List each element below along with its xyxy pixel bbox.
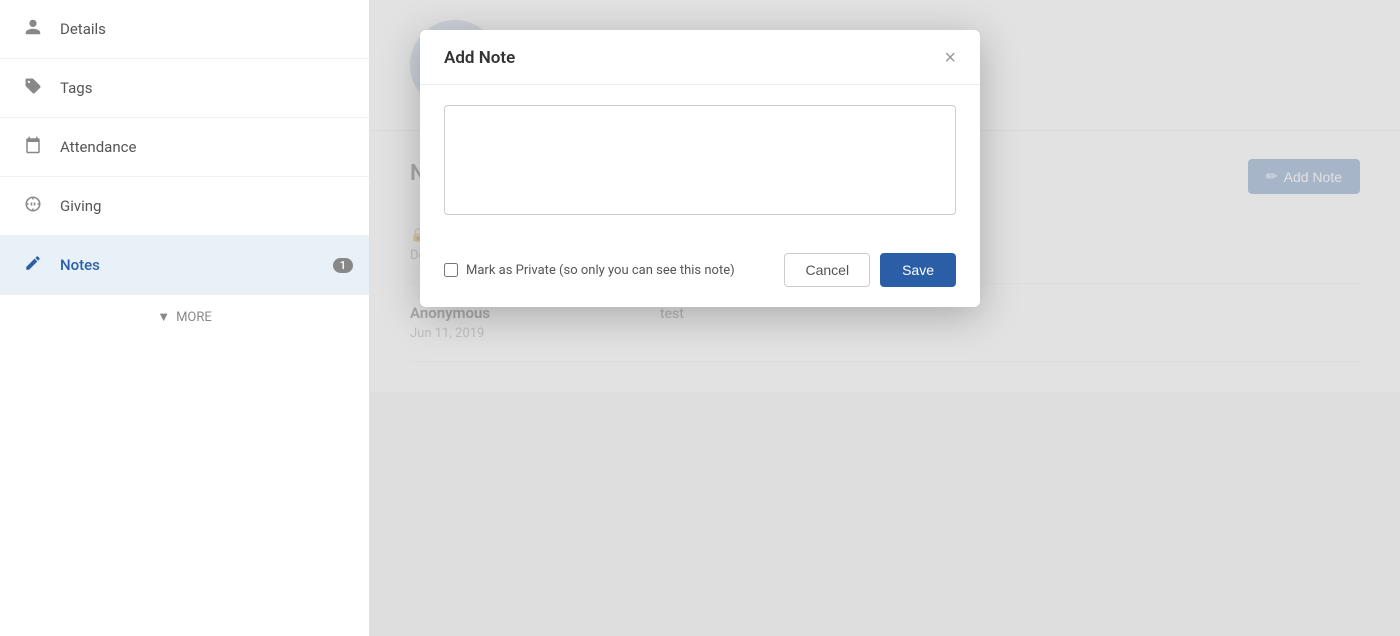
modal-close-button[interactable]: × [944,48,956,68]
modal-backdrop: Add Note × Mark as Private (so only you … [370,0,1400,636]
private-label-text: Mark as Private (so only you can see thi… [466,263,735,278]
private-checkbox[interactable] [444,263,458,277]
add-note-modal: Add Note × Mark as Private (so only you … [420,30,980,307]
private-checkbox-label[interactable]: Mark as Private (so only you can see thi… [444,263,735,278]
main-content: Kate Austen Notes ✏ Add Note 🔒 Breeze Su… [370,0,1400,636]
note-textarea[interactable] [444,105,956,215]
cancel-button[interactable]: Cancel [784,253,870,287]
save-button[interactable]: Save [880,253,956,287]
modal-header: Add Note × [420,30,980,85]
modal-actions: Cancel Save [784,253,956,287]
modal-title: Add Note [444,48,515,68]
modal-body [420,85,980,239]
modal-footer: Mark as Private (so only you can see thi… [420,239,980,307]
